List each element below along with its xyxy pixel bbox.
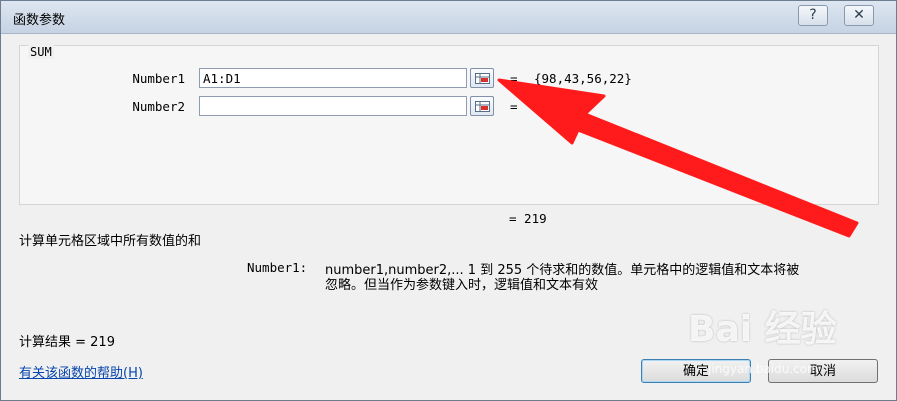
red-annotation-arrow	[497, 78, 859, 238]
